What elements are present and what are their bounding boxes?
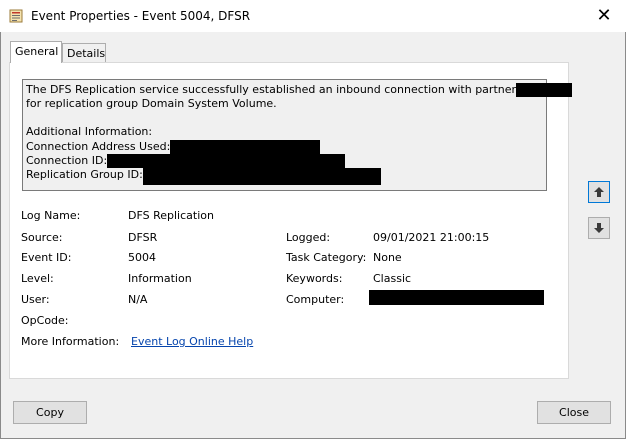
logged-label: Logged: bbox=[286, 231, 331, 244]
log-name-label: Log Name: bbox=[21, 209, 81, 222]
close-button[interactable]: Close bbox=[537, 401, 611, 424]
redaction-partner bbox=[516, 83, 573, 97]
arrow-down-icon bbox=[594, 223, 604, 233]
computer-label: Computer: bbox=[286, 293, 345, 306]
redaction-connection-address bbox=[170, 139, 321, 154]
keywords-value: Classic bbox=[373, 272, 412, 285]
close-button-label: Close bbox=[559, 406, 589, 419]
event-id-label: Event ID: bbox=[21, 251, 72, 264]
window-title: Event Properties - Event 5004, DFSR bbox=[31, 9, 251, 23]
copy-button-label: Copy bbox=[36, 406, 64, 419]
additional-info-label: Additional Information: bbox=[26, 125, 153, 139]
tab-details[interactable]: Details bbox=[62, 43, 106, 63]
keywords-label: Keywords: bbox=[286, 272, 343, 285]
description-line2: for replication group Domain System Volu… bbox=[26, 97, 277, 111]
replication-group-id-label: Replication Group ID: bbox=[26, 168, 143, 182]
event-log-online-help-link[interactable]: Event Log Online Help bbox=[131, 335, 253, 348]
title-bar: Event Properties - Event 5004, DFSR ✕ bbox=[0, 0, 626, 32]
log-name-value: DFS Replication bbox=[128, 209, 214, 222]
event-id-value: 5004 bbox=[128, 251, 156, 264]
redaction-replication-group-id bbox=[142, 168, 381, 186]
next-event-button[interactable] bbox=[588, 217, 610, 239]
close-icon[interactable]: ✕ bbox=[588, 3, 620, 29]
task-category-value: None bbox=[373, 251, 402, 264]
redaction-computer bbox=[369, 290, 544, 305]
previous-event-button[interactable] bbox=[588, 181, 610, 203]
event-description[interactable]: The DFS Replication service successfully… bbox=[22, 79, 573, 191]
user-label: User: bbox=[21, 293, 50, 306]
level-value: Information bbox=[128, 272, 192, 285]
source-label: Source: bbox=[21, 231, 63, 244]
event-viewer-icon bbox=[9, 9, 23, 23]
user-value: N/A bbox=[128, 293, 148, 306]
task-category-label: Task Category: bbox=[286, 251, 367, 264]
logged-value: 09/01/2021 21:00:15 bbox=[373, 231, 490, 244]
level-label: Level: bbox=[21, 272, 54, 285]
connection-address-label: Connection Address Used: bbox=[26, 139, 171, 153]
arrow-up-icon bbox=[594, 187, 604, 197]
connection-id-label: Connection ID: bbox=[26, 153, 108, 167]
tab-general[interactable]: General bbox=[10, 41, 62, 63]
description-line1: The DFS Replication service successfully… bbox=[26, 83, 517, 96]
copy-button[interactable]: Copy bbox=[13, 401, 87, 424]
more-info-label: More Information: bbox=[21, 335, 120, 348]
source-value: DFSR bbox=[128, 231, 158, 244]
opcode-label: OpCode: bbox=[21, 314, 69, 327]
tab-general-label: General bbox=[15, 45, 59, 58]
redaction-connection-id bbox=[107, 153, 346, 168]
tab-details-label: Details bbox=[67, 47, 106, 60]
